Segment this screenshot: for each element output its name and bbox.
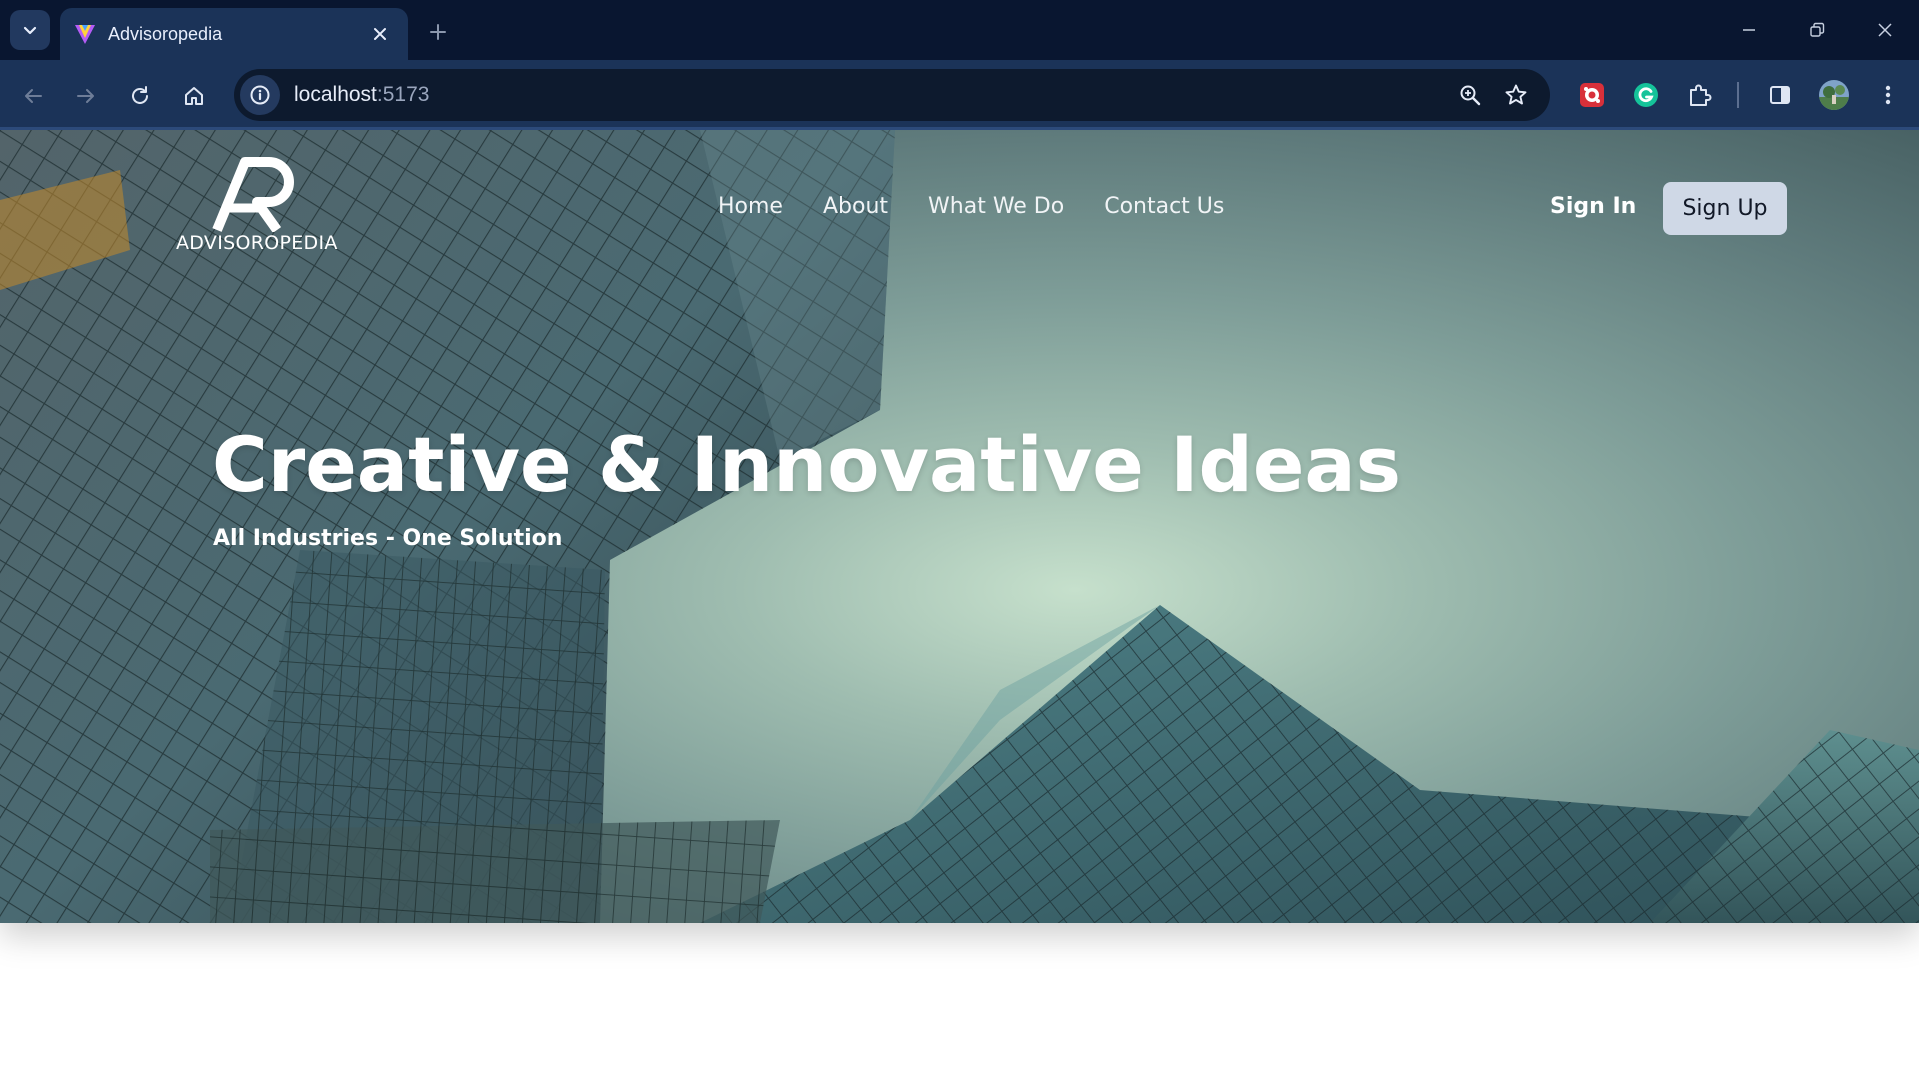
restore-icon[interactable] [1783,0,1851,60]
url-host: localhost [294,83,377,106]
logo-mark-icon [212,157,294,232]
sign-in-link[interactable]: Sign In [1550,194,1636,219]
window-controls [1715,0,1919,60]
extensions-puzzle-icon[interactable] [1682,77,1718,113]
url-port: :5173 [376,83,430,106]
back-icon[interactable] [15,78,51,114]
hero-section: ADVISOROPEDIA Home About What We Do Cont… [0,130,1919,923]
page-viewport: ADVISOROPEDIA Home About What We Do Cont… [0,130,1919,1074]
logo-text: ADVISOROPEDIA [176,232,338,254]
grammarly-icon[interactable] [1628,77,1664,113]
reload-icon[interactable] [122,78,158,114]
nav-what-we-do[interactable]: What We Do [928,194,1064,219]
main-nav: Home About What We Do Contact Us [718,194,1224,219]
browser-chrome: Advisoropedia localhost:5173 [0,0,1919,130]
zoom-icon[interactable] [1450,75,1490,115]
site-info-icon[interactable] [240,75,280,115]
forward-icon[interactable] [68,78,104,114]
url-text[interactable]: localhost:5173 [294,83,1450,107]
profile-avatar-icon[interactable] [1816,77,1852,113]
plus-icon[interactable] [422,16,454,48]
address-bar[interactable]: localhost:5173 [234,69,1550,121]
active-tab[interactable]: Advisoropedia [60,8,408,60]
favicon-icon [72,21,98,47]
side-panel-icon[interactable] [1762,77,1798,113]
tab-title: Advisoropedia [108,23,223,44]
toolbar-separator [1737,82,1739,108]
close-icon[interactable] [366,20,394,48]
nav-about[interactable]: About [823,194,888,219]
close-window-icon[interactable] [1851,0,1919,60]
menu-kebab-icon[interactable] [1870,77,1906,113]
site-logo[interactable]: ADVISOROPEDIA [176,150,338,254]
hero-subtitle: All Industries - One Solution [213,526,563,551]
nav-home[interactable]: Home [718,194,783,219]
bookmark-star-icon[interactable] [1496,75,1536,115]
sign-up-button[interactable]: Sign Up [1663,182,1787,235]
nav-contact-us[interactable]: Contact Us [1104,194,1224,219]
hero-title: Creative & Innovative Ideas [212,420,1401,509]
minimize-icon[interactable] [1715,0,1783,60]
tab-search-icon[interactable] [10,10,50,50]
tab-strip: Advisoropedia [0,0,1919,60]
extension-red-icon[interactable] [1574,77,1610,113]
home-icon[interactable] [176,78,212,114]
